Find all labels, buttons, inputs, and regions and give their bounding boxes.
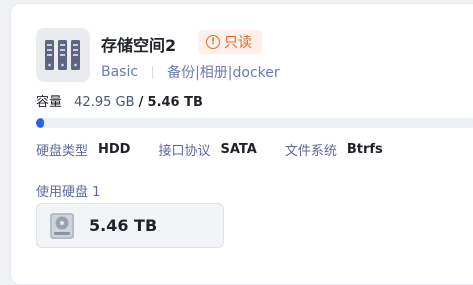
spec-interface: 接口协议 SATA (158, 140, 256, 159)
badge-label: 只读 (224, 35, 252, 51)
raid-type: Basic (101, 64, 139, 80)
disks-label: 使用硬盘 1 (36, 185, 101, 200)
spec-value: SATA (220, 142, 257, 157)
capacity-progress-fill (36, 118, 44, 128)
spec-value: HDD (98, 142, 131, 157)
storage-title: 存储空间2 (101, 36, 177, 55)
capacity-progress-bar (36, 118, 473, 128)
storage-subtitle: Basic 备份|相册|docker (101, 62, 280, 82)
hard-drive-icon (50, 212, 74, 239)
spec-list: 硬盘类型 HDD 接口协议 SATA 文件系统 Btrfs (36, 140, 411, 159)
capacity-used: 42.95 GB (74, 95, 135, 110)
capacity-line: 容量 42.95 GB / 5.46 TB (36, 91, 203, 110)
capacity-separator: / (138, 95, 144, 110)
spec-label: 硬盘类型 (36, 144, 89, 159)
spec-filesystem: 文件系统 Btrfs (285, 140, 383, 159)
read-only-badge: ! 只读 (198, 30, 262, 54)
divider (152, 65, 154, 79)
spec-value: Btrfs (346, 142, 383, 157)
capacity-label: 容量 (36, 95, 63, 110)
spec-label: 文件系统 (284, 144, 337, 159)
server-icon (36, 28, 90, 82)
alert-icon: ! (206, 35, 220, 49)
storage-tags: 备份|相册|docker (167, 65, 280, 81)
capacity-total: 5.46 TB (147, 95, 203, 110)
disk-size: 5.46 TB (89, 216, 158, 235)
spec-disk-type: 硬盘类型 HDD (36, 140, 130, 159)
disk-item[interactable]: 5.46 TB (36, 203, 224, 248)
spec-label: 接口协议 (158, 144, 211, 159)
